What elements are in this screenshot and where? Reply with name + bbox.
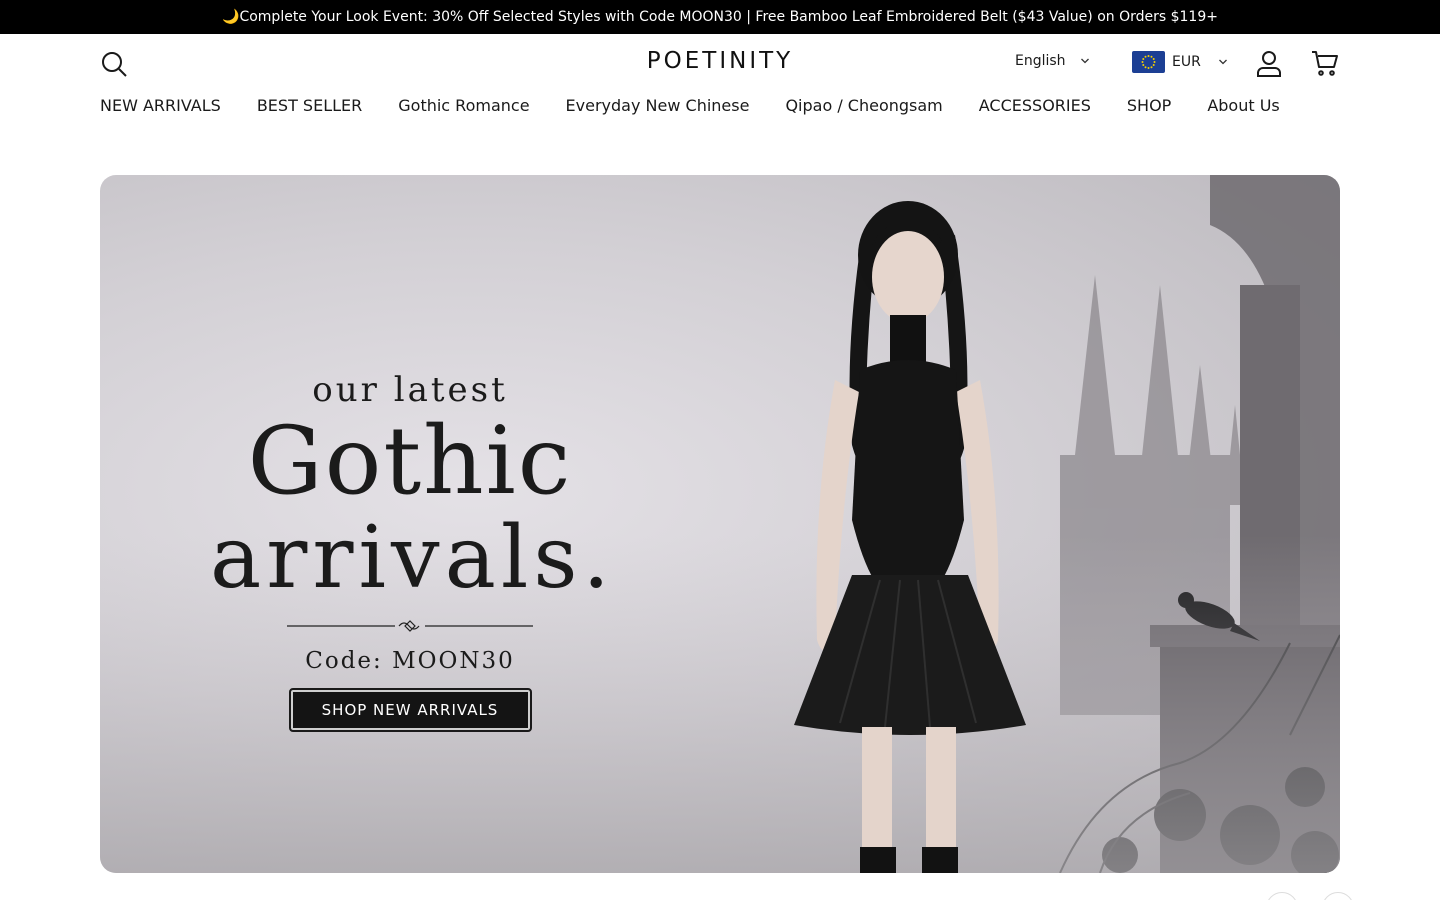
nav-item-new-arrivals[interactable]: NEW ARRIVALS: [100, 96, 221, 118]
nav-item-accessories[interactable]: ACCESSORIES: [979, 96, 1091, 118]
nav-item-best-seller[interactable]: BEST SELLER: [257, 96, 362, 118]
hero-title-line2: arrivals.: [210, 508, 615, 608]
main-nav: NEW ARRIVALS BEST SELLER Gothic Romance …: [100, 96, 1280, 118]
nav-item-qipao-cheongsam[interactable]: Qipao / Cheongsam: [785, 96, 942, 118]
chevron-down-icon: [1080, 58, 1089, 64]
ornament-divider: [287, 620, 533, 632]
cart-button[interactable]: [1310, 48, 1340, 78]
promo-code: Code: MOON30: [305, 648, 515, 674]
carousel-next-button[interactable]: [1322, 892, 1354, 900]
search-icon: [102, 52, 127, 77]
site-logo[interactable]: POETINITY: [560, 48, 880, 74]
nav-item-everyday-new-chinese[interactable]: Everyday New Chinese: [566, 96, 750, 118]
shop-new-arrivals-button[interactable]: SHOP NEW ARRIVALS: [288, 688, 532, 732]
nav-item-shop[interactable]: SHOP: [1127, 96, 1171, 118]
site-header: POETINITY English EUR: [0, 34, 1440, 92]
announcement-bar: 🌙Complete Your Look Event: 30% Off Selec…: [0, 0, 1440, 34]
nav-item-about-us[interactable]: About Us: [1207, 96, 1279, 118]
language-label: English: [1015, 53, 1066, 69]
account-button[interactable]: [1254, 48, 1284, 78]
hero-kicker: our latest: [312, 370, 508, 410]
language-selector[interactable]: English: [1015, 53, 1090, 69]
chevron-down-icon: [1218, 59, 1227, 65]
hero-title-line1: Gothic: [247, 407, 573, 516]
currency-selector[interactable]: EUR: [1132, 51, 1228, 73]
nav-item-gothic-romance[interactable]: Gothic Romance: [398, 96, 529, 118]
hero-banner[interactable]: our latest Gothic arrivals. Code: MOON30…: [100, 175, 1340, 873]
cart-icon: [1312, 51, 1338, 76]
carousel-prev-button[interactable]: [1266, 892, 1298, 900]
eu-flag-icon: [1132, 51, 1165, 73]
user-icon: [1257, 51, 1281, 77]
announcement-text: 🌙Complete Your Look Event: 30% Off Selec…: [222, 9, 1218, 25]
currency-label: EUR: [1172, 54, 1201, 70]
hero-copy: our latest Gothic arrivals. Code: MOON30…: [210, 370, 610, 732]
search-button[interactable]: [100, 50, 128, 78]
